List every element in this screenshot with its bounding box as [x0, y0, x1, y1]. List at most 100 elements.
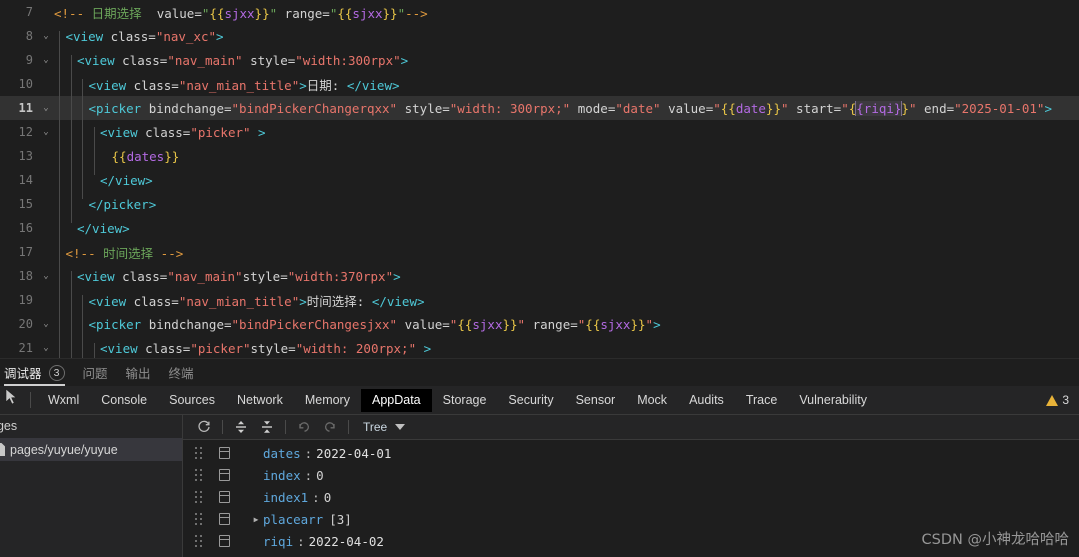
bottom-panel-tabs[interactable]: 调试器 3 问题 输出 终端: [0, 358, 1079, 386]
code-line[interactable]: 10 <view class="nav_mian_title">日期: </vie…: [0, 72, 1079, 96]
code-text: <picker bindchange="bindPickerChangerqxx…: [54, 100, 1079, 116]
edit-value-icon[interactable]: [219, 469, 230, 481]
fold-chevron-icon[interactable]: ⌄: [38, 336, 54, 358]
devtools-tab-mock[interactable]: Mock: [626, 389, 678, 412]
appdata-row[interactable]: ▶ placearr [3]: [183, 508, 1079, 530]
code-line[interactable]: 21 ⌄ <view class="picker"style="width: 200…: [0, 336, 1079, 358]
fold-chevron-icon[interactable]: ⌄: [38, 312, 54, 336]
code-token: {{: [585, 316, 601, 332]
appdata-value[interactable]: 2022-04-02: [309, 534, 384, 549]
code-token: >: [416, 340, 432, 356]
fold-chevron-icon[interactable]: ⌄: [38, 48, 54, 72]
code-line[interactable]: 11 ⌄ <picker bindchange="bindPickerChanger…: [0, 96, 1079, 120]
devtools-tab-sensor[interactable]: Sensor: [565, 389, 627, 412]
appdata-toolbar[interactable]: Tree: [183, 415, 1079, 440]
code-token: class=: [145, 124, 191, 140]
code-line[interactable]: 19 <view class="nav_mian_title">时间选择: </v…: [0, 288, 1079, 312]
devtools-tab-wxml[interactable]: Wxml: [37, 389, 90, 412]
toolbar-divider: [30, 392, 31, 408]
chevron-down-icon[interactable]: [395, 424, 406, 430]
edit-value-icon[interactable]: [219, 491, 230, 503]
warning-triangle-icon: [1046, 394, 1059, 406]
pages-sidebar[interactable]: ages pages/yuyue/yuyue: [0, 415, 183, 557]
devtools-tab-storage[interactable]: Storage: [432, 389, 498, 412]
row-arrow-spacer: ▶: [249, 493, 263, 502]
appdata-key: riqi: [263, 533, 294, 549]
code-line[interactable]: 13 {{dates}}: [0, 144, 1079, 168]
collapse-all-icon[interactable]: [254, 416, 280, 438]
devtools-tab-trace[interactable]: Trace: [735, 389, 789, 412]
devtools-tab-vulnerability[interactable]: Vulnerability: [788, 389, 878, 412]
code-line[interactable]: 7 <!-- 日期选择 value="{{sjxx}}" range="{{sjx…: [0, 0, 1079, 24]
code-line[interactable]: 9 ⌄ <view class="nav_main" style="width:30…: [0, 48, 1079, 72]
fold-chevron-icon[interactable]: ⌄: [38, 96, 54, 120]
code-token: ": [713, 100, 721, 116]
panel-tab-2[interactable]: 输出: [126, 359, 151, 387]
drag-handle-icon[interactable]: [191, 512, 207, 526]
panel-tab-label: 终端: [168, 366, 194, 381]
code-token: value=: [156, 5, 202, 21]
code-token: }}: [502, 316, 518, 332]
appdata-value[interactable]: 2022-04-01: [316, 446, 391, 461]
devtools-tab-network[interactable]: Network: [226, 389, 294, 412]
code-line[interactable]: 8 ⌄ <view class="nav_xc">: [0, 24, 1079, 48]
key-value-separator: :: [304, 445, 313, 461]
code-line[interactable]: 17 <!-- 时间选择 -->: [0, 240, 1079, 264]
view-mode-label[interactable]: Tree: [363, 420, 387, 434]
drag-handle-icon[interactable]: [191, 468, 207, 482]
devtools-tab-appdata[interactable]: AppData: [360, 388, 432, 412]
panel-tab-3[interactable]: 终端: [169, 359, 194, 387]
code-line[interactable]: 18 ⌄ <view class="nav_main"style="width:37…: [0, 264, 1079, 288]
code-line[interactable]: 16 </view>: [0, 216, 1079, 240]
warning-indicator[interactable]: 3: [1046, 393, 1069, 407]
refresh-icon[interactable]: [191, 416, 217, 438]
edit-value-icon[interactable]: [219, 513, 230, 525]
code-line[interactable]: 15 </picker>: [0, 192, 1079, 216]
code-token: "width: 300rpx;": [449, 100, 571, 116]
code-token: ": [841, 100, 849, 116]
sidebar-page-item[interactable]: pages/yuyue/yuyue: [0, 438, 182, 461]
code-line[interactable]: 12 ⌄ <view class="picker" >: [0, 120, 1079, 144]
devtools-tab-audits[interactable]: Audits: [678, 389, 735, 412]
sidebar-item-list[interactable]: pages/yuyue/yuyue: [0, 438, 182, 461]
code-token: "width:370rpx": [287, 268, 394, 284]
code-token: class=: [110, 28, 156, 44]
expand-arrow-icon[interactable]: ▶: [249, 515, 263, 524]
code-line[interactable]: 14 </view>: [0, 168, 1079, 192]
devtools-tab-memory[interactable]: Memory: [294, 389, 361, 412]
appdata-key: dates: [263, 445, 301, 461]
appdata-value[interactable]: 0: [316, 468, 324, 483]
edit-value-icon[interactable]: [219, 535, 230, 547]
undo-icon[interactable]: [291, 416, 317, 438]
appdata-value[interactable]: 0: [324, 490, 332, 505]
appdata-row[interactable]: ▶index1:0: [183, 486, 1079, 508]
drag-handle-icon[interactable]: [191, 490, 207, 504]
line-number: 14: [18, 173, 33, 187]
redo-icon[interactable]: [317, 416, 343, 438]
devtools-tab-console[interactable]: Console: [90, 389, 158, 412]
cursor-select-icon[interactable]: [2, 386, 24, 415]
code-editor[interactable]: 7 <!-- 日期选择 value="{{sjxx}}" range="{{sjx…: [0, 0, 1079, 358]
appdata-row[interactable]: ▶index:0: [183, 464, 1079, 486]
expand-all-icon[interactable]: [228, 416, 254, 438]
code-line[interactable]: 20 ⌄ <picker bindchange="bindPickerChanges…: [0, 312, 1079, 336]
code-token: {{: [111, 148, 127, 164]
devtools-tab-list[interactable]: Wxml Console Sources Network Memory AppData St…: [37, 388, 878, 412]
fold-chevron-icon[interactable]: ⌄: [38, 264, 54, 288]
panel-tab-1[interactable]: 问题: [83, 359, 108, 387]
drag-handle-icon[interactable]: [191, 534, 207, 548]
appdata-row[interactable]: ▶dates:2022-04-01: [183, 442, 1079, 464]
panel-tab-0[interactable]: 调试器 3: [4, 359, 65, 387]
drag-handle-icon[interactable]: [191, 446, 207, 460]
fold-chevron-icon[interactable]: ⌄: [38, 120, 54, 144]
line-number: 7: [25, 5, 33, 19]
fold-chevron-icon[interactable]: ⌄: [38, 24, 54, 48]
devtools-tab-sources[interactable]: Sources: [158, 389, 226, 412]
code-token: "nav_xc": [155, 28, 217, 44]
code-token: style=: [250, 340, 296, 356]
code-token: }}: [765, 100, 781, 116]
devtools-tab-bar[interactable]: Wxml Console Sources Network Memory AppData St…: [0, 386, 1079, 415]
devtools-tab-security[interactable]: Security: [497, 389, 564, 412]
appdata-value[interactable]: [3]: [329, 512, 352, 527]
edit-value-icon[interactable]: [219, 447, 230, 459]
